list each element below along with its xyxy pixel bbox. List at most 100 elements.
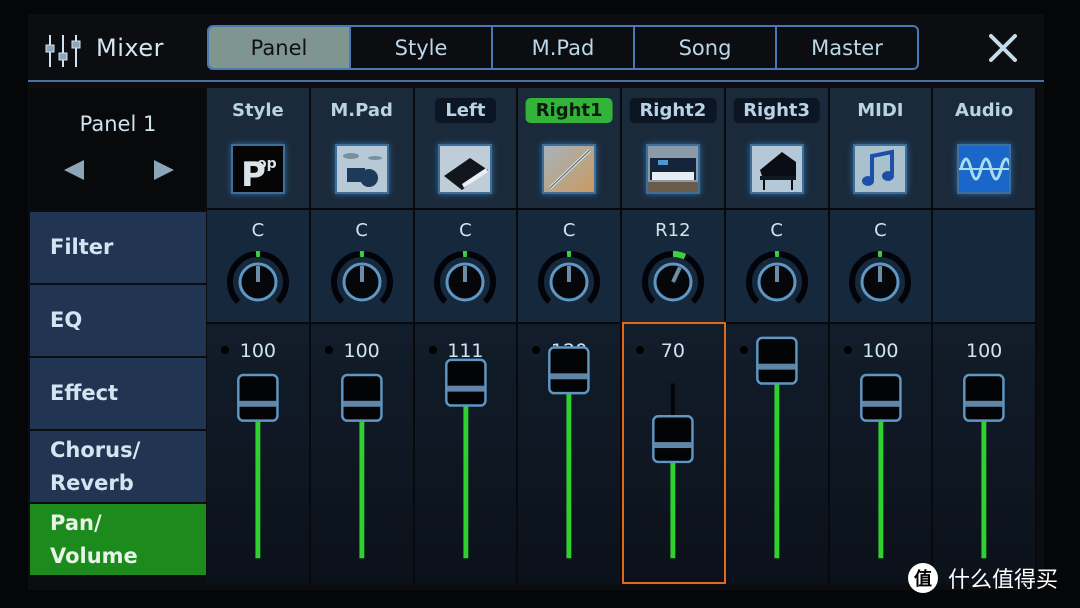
page-title: Mixer [96, 34, 164, 62]
volume-cell: 100 [829, 322, 934, 584]
tab-song[interactable]: Song [633, 27, 775, 68]
pan-knob[interactable] [534, 246, 604, 312]
channel-name: MIDI [857, 100, 904, 121]
pan-cell: C [518, 208, 622, 322]
volume-row: 10010011112070127100100 [207, 322, 1037, 584]
tab-mpad[interactable]: M.Pad [491, 27, 633, 68]
tab-style[interactable]: Style [349, 27, 491, 68]
pan-row: C C C C R12 C C [207, 208, 1037, 322]
fader-handle-line [758, 363, 796, 370]
volume-cell: 120 [518, 322, 622, 584]
channel-header-style: Style Pop [207, 88, 311, 208]
pan-knob[interactable] [845, 246, 915, 312]
volume-fader[interactable] [415, 324, 517, 584]
channel-header-mpad: M.Pad [310, 88, 415, 208]
volume-fader[interactable] [518, 324, 620, 584]
volume-fader[interactable] [830, 324, 932, 584]
watermark: 值 什么值得买 [908, 562, 1058, 594]
volume-cell: 111 [414, 322, 519, 584]
volume-cell: 70 [622, 322, 726, 584]
channel-header-right3: Right3 [725, 88, 830, 208]
channel-header-audio: Audio [933, 88, 1037, 208]
volume-cell: 100 [310, 322, 415, 584]
fader-handle[interactable] [963, 373, 1005, 422]
pan-knob[interactable] [638, 246, 708, 312]
fader-handle[interactable] [444, 358, 487, 407]
channel-name[interactable]: Right2 [629, 98, 717, 123]
pan-value: R12 [655, 220, 691, 241]
pan-knob[interactable] [430, 246, 500, 312]
volume-cell: 100 [207, 322, 311, 584]
fader-handle-line [654, 442, 692, 449]
pan-knob[interactable] [327, 246, 397, 312]
pan-value: C [770, 220, 783, 241]
triangle-right-icon[interactable] [154, 160, 174, 180]
watermark-badge: 值 [908, 563, 938, 593]
mixer-menu: Filter EQ Effect Chorus/ Reverb Pan/ Vol… [30, 212, 206, 577]
header-divider [28, 80, 1044, 82]
tab-panel[interactable]: Panel [209, 27, 349, 68]
volume-fader[interactable] [622, 324, 724, 584]
volume-fader[interactable] [726, 324, 828, 584]
pan-knob[interactable] [223, 246, 293, 312]
volume-cell: 100 [933, 322, 1037, 584]
pan-cell: C [829, 208, 934, 322]
volume-fader[interactable] [933, 324, 1035, 584]
pan-knob[interactable] [742, 246, 812, 312]
channel-header-right2: Right2 [622, 88, 726, 208]
pan-indicator [672, 251, 687, 260]
fader-handle-line [239, 400, 277, 407]
menu-item-effect[interactable]: Effect [30, 358, 206, 431]
menu-item-eq[interactable]: EQ [30, 285, 206, 358]
fader-handle-line [550, 373, 588, 380]
channel-name[interactable]: Right3 [733, 98, 821, 123]
fader-handle-line [446, 385, 484, 392]
volume-fader[interactable] [311, 324, 413, 584]
audio-wave-icon[interactable] [957, 144, 1012, 194]
music-note-icon[interactable] [853, 144, 908, 194]
close-icon[interactable] [985, 30, 1021, 66]
volume-cell: 127 [725, 322, 830, 584]
channel-grid: Style Pop M.Pad Left Right1 Right2 Right3 MIDI A… [207, 88, 1037, 584]
tab-master[interactable]: Master [775, 27, 917, 68]
pan-cell: C [310, 208, 415, 322]
channel-name[interactable]: Left [435, 98, 496, 123]
channel-header-midi: MIDI [829, 88, 934, 208]
drum-kit-icon[interactable] [334, 144, 389, 194]
fader-handle[interactable] [548, 346, 590, 395]
fader-handle[interactable] [340, 373, 383, 422]
channel-name: Style [232, 100, 284, 121]
pan-cell: C [725, 208, 830, 322]
channel-header-right1: Right1 [518, 88, 622, 208]
fader-handle[interactable] [755, 336, 798, 385]
pan-cell: C [414, 208, 519, 322]
channel-name: M.Pad [330, 100, 393, 121]
channel-header-left: Left [414, 88, 519, 208]
pan-value: C [355, 220, 368, 241]
pan-value: C [562, 220, 576, 241]
keyboard-icon[interactable] [645, 144, 700, 194]
pan-cell [933, 208, 1037, 322]
pop-style-icon[interactable]: Pop [230, 144, 285, 194]
channel-name[interactable]: Right1 [525, 98, 613, 123]
pan-cell: R12 [622, 208, 726, 322]
pan-cell: C [207, 208, 311, 322]
volume-fader[interactable] [207, 324, 309, 584]
mixer-sliders-icon [45, 35, 81, 67]
menu-item-chorus-reverb[interactable]: Chorus/ Reverb [30, 431, 206, 504]
fader-handle[interactable] [652, 415, 694, 464]
pan-value: C [874, 220, 887, 241]
triangle-left-icon[interactable] [64, 160, 84, 180]
synth-keyboard-icon[interactable] [438, 144, 493, 194]
fader-handle-line [965, 400, 1003, 407]
pan-value: C [251, 220, 265, 241]
fader-handle[interactable] [237, 373, 279, 422]
panel-label: Panel 1 [79, 112, 157, 136]
menu-item-filter[interactable]: Filter [30, 212, 206, 285]
fader-handle[interactable] [859, 373, 902, 422]
pan-value: C [459, 220, 472, 241]
grand-piano-icon[interactable] [749, 144, 804, 194]
menu-item-pan-volume[interactable]: Pan/ Volume [30, 504, 206, 577]
flute-icon[interactable] [542, 144, 597, 194]
svg-text:op: op [257, 156, 277, 172]
